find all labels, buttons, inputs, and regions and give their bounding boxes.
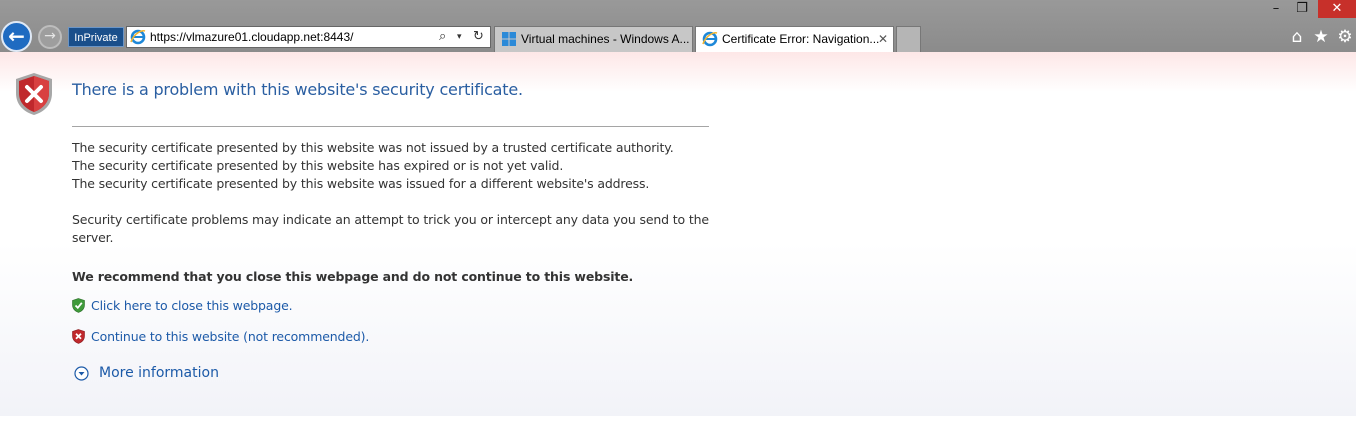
browser-chrome: – ❐ ✕ ← → InPrivate https://vlmazure01.c…	[0, 0, 1356, 52]
tab-virtual-machines[interactable]: Virtual machines - Windows A...	[494, 26, 693, 52]
warning-text: Security certificate problems may indica…	[72, 212, 709, 245]
chevron-down-circle-icon[interactable]	[74, 366, 89, 381]
inprivate-badge: InPrivate	[68, 27, 124, 47]
tab-label: Certificate Error: Navigation...	[722, 32, 880, 46]
windows-logo-icon	[502, 32, 516, 46]
forward-button[interactable]: →	[38, 25, 62, 49]
recommendation-text: We recommend that you close this webpage…	[72, 269, 634, 284]
more-information-link[interactable]: More information	[99, 363, 219, 383]
certificate-error-page: There is a problem with this website's s…	[0, 52, 1356, 416]
reason-text: The security certificate presented by th…	[72, 158, 564, 173]
close-webpage-link[interactable]: Click here to close this webpage.	[91, 297, 293, 315]
gear-icon[interactable]: ⚙	[1335, 27, 1355, 47]
home-icon[interactable]: ⌂	[1287, 27, 1307, 47]
chevron-down-icon[interactable]: ▾	[457, 27, 462, 47]
page-title: There is a problem with this website's s…	[72, 80, 523, 99]
favorites-star-icon[interactable]: ★	[1311, 27, 1331, 47]
back-button[interactable]: ←	[1, 21, 32, 52]
minimize-button[interactable]: –	[1264, 0, 1288, 20]
green-shield-icon	[72, 298, 85, 313]
shield-error-icon	[16, 73, 52, 115]
search-icon[interactable]: ⌕	[439, 27, 446, 47]
red-shield-icon	[72, 329, 85, 344]
refresh-icon[interactable]: ↻	[473, 27, 484, 47]
window-close-button[interactable]: ✕	[1318, 0, 1356, 18]
address-bar[interactable]: https://vlmazure01.cloudapp.net:8443/ ⌕ …	[126, 26, 491, 48]
continue-link[interactable]: Continue to this website (not recommende…	[91, 328, 369, 346]
reason-text: The security certificate presented by th…	[72, 176, 650, 191]
close-tab-icon[interactable]: ✕	[878, 27, 888, 51]
page-bottom	[0, 416, 1356, 446]
restore-button[interactable]: ❐	[1290, 0, 1314, 20]
divider	[72, 126, 709, 127]
ie-icon	[702, 31, 718, 47]
ie-icon	[130, 29, 146, 45]
tab-certificate-error[interactable]: Certificate Error: Navigation... ✕	[695, 26, 894, 52]
reason-text: The security certificate presented by th…	[72, 140, 674, 155]
tab-label: Virtual machines - Windows A...	[521, 32, 690, 46]
address-url[interactable]: https://vlmazure01.cloudapp.net:8443/	[150, 27, 353, 47]
new-tab-button[interactable]	[896, 26, 921, 52]
